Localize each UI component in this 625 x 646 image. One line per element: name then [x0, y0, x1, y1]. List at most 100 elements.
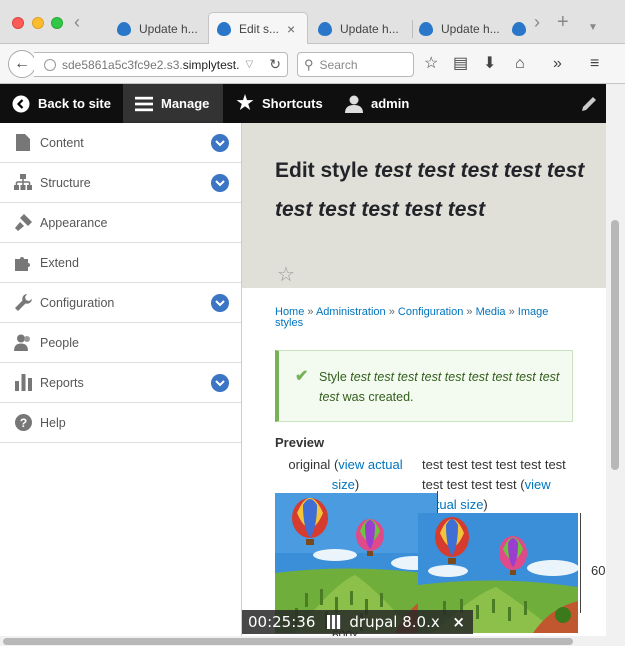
back-arrow-icon[interactable]: ←	[8, 50, 36, 78]
edit-pencil-button[interactable]	[568, 84, 606, 123]
tray-item-content[interactable]: Content	[0, 123, 241, 163]
drupal-icon	[419, 22, 433, 36]
height-dimension-label: 60	[591, 563, 606, 578]
user-icon	[345, 95, 363, 113]
shortcuts-tab[interactable]: ★ Shortcuts	[224, 84, 332, 123]
status-message: ✔ Style test test test test test test te…	[275, 350, 573, 422]
tab-title: Edit s...	[239, 22, 280, 36]
preview-heading: Preview	[275, 435, 325, 450]
tray-item-label: Extend	[40, 255, 79, 270]
drupal-icon	[117, 22, 131, 36]
menu-icon[interactable]: ≡	[590, 55, 599, 73]
main-content: Edit style test test test test test test…	[242, 123, 606, 646]
close-window-button[interactable]	[12, 17, 24, 29]
tab-update-2[interactable]: Update h...	[318, 14, 408, 44]
breadcrumb-media[interactable]: Media	[476, 306, 506, 318]
tray-item-label: Help	[40, 415, 66, 430]
svg-text:?: ?	[19, 416, 26, 430]
chevron-down-icon[interactable]	[211, 174, 229, 192]
tray-item-help[interactable]: ? Help	[0, 403, 241, 443]
back-to-site-link[interactable]: Back to site	[0, 84, 122, 123]
tab-update-3[interactable]: Update h...	[419, 14, 504, 44]
horizontal-scroll-thumb[interactable]	[3, 638, 573, 645]
message-suffix: was created.	[342, 390, 414, 404]
tray-item-label: People	[40, 335, 79, 350]
bar-chart-icon	[14, 374, 32, 392]
tray-item-extend[interactable]: Extend	[0, 243, 241, 283]
tray-item-people[interactable]: People	[0, 323, 241, 363]
manage-label: Manage	[161, 96, 210, 111]
drupal-icon	[217, 22, 231, 36]
puzzle-icon	[14, 254, 32, 272]
chevron-down-icon[interactable]	[211, 134, 229, 152]
breadcrumb: Home » Administration » Configuration » …	[275, 306, 549, 329]
wrench-icon	[14, 294, 32, 312]
tab-title: Update h...	[340, 22, 399, 36]
reload-icon[interactable]: ↻	[269, 56, 281, 73]
message-prefix: Style	[319, 370, 347, 384]
tab-list-icon[interactable]: ▼	[588, 20, 598, 36]
page-header: Edit style test test test test test test…	[242, 123, 606, 288]
new-tab-icon[interactable]: +	[557, 12, 569, 32]
pencil-icon	[580, 95, 598, 113]
image-border	[437, 491, 438, 513]
shortcut-star-icon[interactable]: ☆	[277, 265, 295, 285]
view-actual-size-link[interactable]: view actual size	[332, 457, 403, 492]
tray-item-label: Structure	[40, 175, 91, 190]
tray-item-label: Content	[40, 135, 84, 150]
minimize-window-button[interactable]	[32, 17, 44, 29]
tabs-scroll-left-icon[interactable]: ‹	[74, 13, 80, 31]
url-text: sde5861a5c3fc9e2.s3.	[62, 57, 183, 72]
people-icon	[14, 334, 32, 352]
tab-update-1[interactable]: Update h...	[117, 14, 202, 44]
original-caption: original (view actual size)	[288, 457, 403, 492]
breadcrumb-administration[interactable]: Administration	[316, 306, 386, 318]
close-tab-icon[interactable]: ×	[287, 21, 295, 37]
reading-list-icon[interactable]: ▤	[453, 55, 468, 73]
zoom-window-button[interactable]	[51, 17, 63, 29]
star-icon: ★	[236, 93, 254, 114]
download-icon[interactable]: ⬇	[483, 55, 496, 73]
browser-tab-bar: ‹ Update h... Edit s... × Update h... Up…	[0, 0, 625, 45]
manage-tab[interactable]: Manage	[123, 84, 223, 123]
overflow-icon[interactable]: »	[553, 55, 562, 73]
paintbrush-icon	[14, 214, 32, 232]
user-tab[interactable]: admin	[333, 84, 423, 123]
shortcuts-label: Shortcuts	[262, 96, 323, 111]
globe-icon	[44, 58, 56, 71]
breadcrumb-configuration[interactable]: Configuration	[398, 306, 463, 318]
tabs-scroll-right-icon[interactable]: ›	[534, 13, 540, 31]
vertical-scroll-thumb[interactable]	[611, 220, 619, 470]
horizontal-scrollbar[interactable]	[0, 636, 625, 646]
back-to-site-label: Back to site	[38, 96, 111, 111]
url-dropdown-icon[interactable]: ▽	[245, 59, 253, 70]
vertical-scrollbar[interactable]	[606, 84, 625, 640]
tray-item-reports[interactable]: Reports	[0, 363, 241, 403]
tab-title: Update h...	[139, 22, 198, 36]
tab-divider	[412, 20, 413, 38]
tab-partial[interactable]	[512, 14, 526, 44]
tray-item-appearance[interactable]: Appearance	[0, 203, 241, 243]
original-label: original	[288, 457, 331, 472]
chevron-down-icon[interactable]	[211, 294, 229, 312]
preview-dimension-line	[580, 513, 581, 613]
admin-toolbar: Back to site Manage ★ Shortcuts admin	[0, 84, 606, 123]
url-field[interactable]: sde5861a5c3fc9e2.s3. simplytest. ▽ ↻	[34, 52, 288, 77]
recording-overlay: 00:25:36 drupal 8.0.x ×	[242, 610, 473, 634]
home-icon[interactable]: ⌂	[515, 55, 525, 73]
tab-edit-style[interactable]: Edit s... ×	[208, 12, 308, 45]
check-icon: ✔	[295, 368, 309, 385]
hamburger-icon	[135, 95, 153, 113]
close-overlay-icon[interactable]: ×	[452, 613, 465, 631]
url-domain: simplytest.	[182, 57, 240, 72]
admin-tray: Content Structure Appearance Extend Conf…	[0, 123, 242, 646]
page-title-prefix: Edit style	[275, 159, 369, 182]
tray-item-configuration[interactable]: Configuration	[0, 283, 241, 323]
chevron-down-icon[interactable]	[211, 374, 229, 392]
bookmark-star-icon[interactable]: ☆	[424, 55, 438, 73]
sitemap-icon	[14, 174, 32, 192]
search-input[interactable]: ⚲ Search	[297, 52, 414, 77]
recording-label: drupal 8.0.x	[349, 613, 440, 631]
tray-item-label: Configuration	[40, 295, 115, 310]
tray-item-structure[interactable]: Structure	[0, 163, 241, 203]
